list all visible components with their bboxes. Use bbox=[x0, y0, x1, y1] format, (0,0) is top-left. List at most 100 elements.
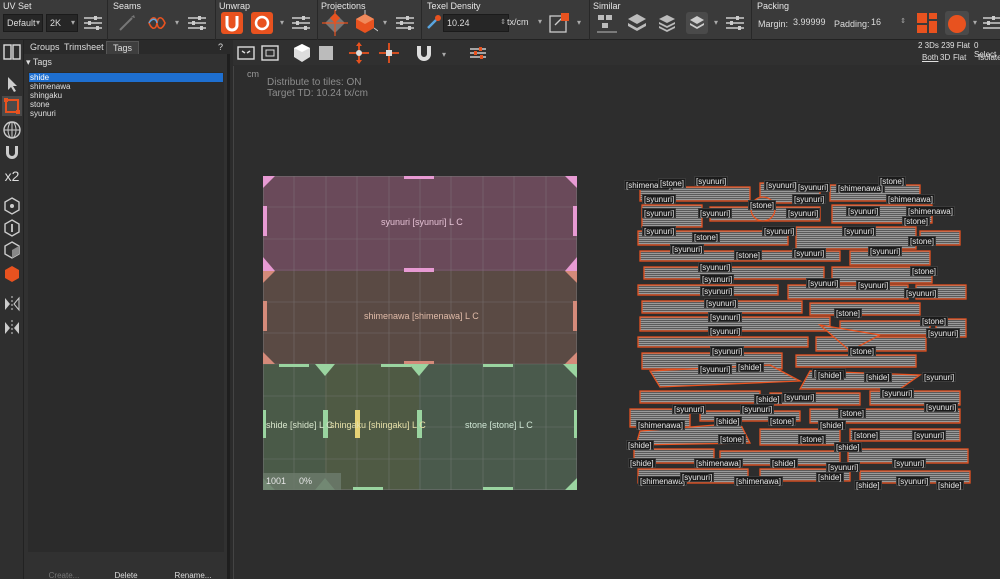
projections-dropdown-icon[interactable]: ▾ bbox=[380, 14, 390, 32]
vertex-mode-icon[interactable] bbox=[2, 196, 22, 216]
packing-settings-icon[interactable] bbox=[980, 10, 1000, 36]
island-label: [stone] bbox=[768, 416, 797, 426]
similar-stack-icon[interactable] bbox=[624, 10, 650, 36]
seam-pen-icon[interactable] bbox=[114, 10, 140, 36]
isolate-toggle[interactable]: Isolate bbox=[978, 53, 1000, 62]
projection-planar-icon[interactable] bbox=[322, 10, 348, 36]
unwrap-ring-icon[interactable] bbox=[249, 10, 275, 36]
island-label: [syunuri] bbox=[792, 248, 827, 258]
island-label: [syunuri] bbox=[922, 372, 957, 382]
uv-set-settings-icon[interactable] bbox=[80, 10, 106, 36]
island-label: [syunuri] bbox=[670, 244, 705, 254]
edge-mode-icon[interactable] bbox=[2, 218, 22, 238]
island-label: [stone] bbox=[852, 430, 881, 440]
eyedropper-icon[interactable] bbox=[424, 12, 444, 32]
tile-percent-label: 0% bbox=[299, 476, 313, 486]
unwrap-section: Unwrap ▾ bbox=[216, 0, 318, 40]
snap-magnet-icon[interactable] bbox=[413, 42, 435, 64]
island-label: [stone] bbox=[718, 434, 747, 444]
snap-dropdown-icon[interactable]: ▾ bbox=[439, 46, 449, 64]
frame-selected-icon[interactable] bbox=[259, 42, 281, 64]
projections-settings-icon[interactable] bbox=[392, 10, 418, 36]
unwrap-dropdown-icon[interactable]: ▾ bbox=[277, 14, 287, 32]
uv-set-select[interactable]: Default ▾ bbox=[3, 14, 43, 32]
seams-settings-icon[interactable] bbox=[184, 10, 210, 36]
delete-tag-button[interactable]: Delete bbox=[106, 570, 146, 579]
similar-stack-box-icon[interactable] bbox=[684, 10, 710, 36]
tab-tags[interactable]: Tags bbox=[106, 41, 140, 54]
island-label: [shide] bbox=[834, 442, 862, 452]
tab-groups[interactable]: Groups bbox=[30, 41, 60, 54]
island-label: [shimenawa] bbox=[886, 194, 935, 204]
projection-box-icon[interactable] bbox=[352, 10, 378, 36]
pack-circle-icon[interactable] bbox=[944, 10, 970, 36]
view-both-toggle[interactable]: Both bbox=[922, 53, 938, 62]
show-flat-icon[interactable] bbox=[315, 42, 337, 64]
frame-all-icon[interactable] bbox=[235, 42, 257, 64]
transform-tool-icon[interactable] bbox=[2, 96, 22, 116]
tags-header[interactable]: ▾ Tags bbox=[26, 57, 52, 68]
resolution-select[interactable]: 2K ▾ bbox=[46, 14, 78, 32]
resolution-value: 2K bbox=[50, 18, 62, 28]
tag-item-shide[interactable]: shide bbox=[29, 73, 223, 82]
texel-dropdown-icon[interactable]: ▾ bbox=[574, 14, 584, 32]
mirror-vertical-icon[interactable] bbox=[2, 318, 22, 338]
view-flat-toggle[interactable]: Flat bbox=[953, 53, 966, 62]
texel-density-input[interactable]: 10.24 ⇕ bbox=[443, 14, 509, 32]
viewport-ruler bbox=[233, 66, 234, 579]
trim-label-shingaku: shingaku [shingaku] L C bbox=[330, 420, 426, 430]
tags-list: shide shimenawa shingaku stone syunuri bbox=[28, 72, 224, 552]
similar-layers-icon[interactable] bbox=[654, 10, 680, 36]
tab-trimsheet[interactable]: Trimsheet bbox=[64, 41, 104, 54]
pack-icon[interactable] bbox=[914, 10, 940, 36]
pivot-center-icon[interactable] bbox=[347, 41, 371, 65]
similar-settings-icon[interactable] bbox=[722, 10, 748, 36]
element-mode-icon[interactable] bbox=[2, 264, 22, 284]
tag-item-shingaku[interactable]: shingaku bbox=[29, 91, 223, 100]
island-label: [shide] bbox=[736, 362, 764, 372]
create-tag-button[interactable]: Create... bbox=[44, 570, 84, 579]
texel-unit-select[interactable]: tx/cm ▾ bbox=[504, 14, 544, 32]
layout-toggle-icon[interactable] bbox=[2, 42, 22, 62]
island-label: [syunuri] bbox=[806, 278, 841, 288]
similar-grid-icon[interactable] bbox=[594, 10, 620, 36]
face-mode-icon[interactable] bbox=[2, 240, 22, 260]
sphere-grid-icon[interactable] bbox=[2, 120, 22, 140]
show-3d-icon[interactable] bbox=[291, 42, 313, 64]
viewport-toolbar: ▾ bbox=[233, 40, 1000, 65]
island-label: [syunuri] bbox=[896, 476, 931, 486]
tag-item-shimenawa[interactable]: shimenawa bbox=[29, 82, 223, 91]
pivot-align-icon[interactable] bbox=[377, 41, 401, 65]
island-label: [shide] bbox=[818, 420, 846, 430]
tag-item-stone[interactable]: stone bbox=[29, 100, 223, 109]
island-label: [syunuri] bbox=[868, 246, 903, 256]
uv-set-title: UV Set bbox=[3, 1, 32, 11]
help-button[interactable]: ? bbox=[218, 41, 223, 54]
similar-dropdown-icon[interactable]: ▾ bbox=[711, 14, 721, 32]
tag-item-syunuri[interactable]: syunuri bbox=[29, 109, 223, 118]
multiply-x2-icon[interactable]: x2 bbox=[2, 166, 22, 186]
main-toolbar: UV Set Default ▾ 2K ▾ Seams ▾ Unwrap ▾ Pro… bbox=[0, 0, 1000, 40]
rename-tag-button[interactable]: Rename... bbox=[168, 570, 218, 579]
viewport-settings-icon[interactable] bbox=[467, 42, 489, 64]
packing-dropdown-icon[interactable]: ▾ bbox=[970, 14, 980, 32]
seam-loop-icon[interactable] bbox=[144, 10, 170, 36]
island-label: [syunuri] bbox=[694, 176, 729, 186]
spinner-icon[interactable]: ⇕ bbox=[900, 14, 906, 30]
unwrap-magnet-icon[interactable] bbox=[219, 10, 245, 36]
padding-input[interactable]: 16 ⇕ bbox=[868, 14, 906, 32]
island-label: [syunuri] bbox=[926, 328, 961, 338]
unwrap-settings-icon[interactable] bbox=[288, 10, 314, 36]
seams-section: Seams ▾ bbox=[110, 0, 216, 40]
magnet-island-icon[interactable] bbox=[2, 142, 22, 162]
select-arrow-icon[interactable] bbox=[2, 74, 22, 94]
texel-apply-icon[interactable] bbox=[546, 10, 572, 36]
mirror-horizontal-icon[interactable] bbox=[2, 294, 22, 314]
island-label: [shide] bbox=[936, 480, 964, 490]
view-3d-toggle[interactable]: 3D bbox=[940, 53, 950, 62]
margin-input[interactable]: 3.99999 bbox=[790, 14, 834, 32]
island-label: [shide] bbox=[816, 472, 844, 482]
margin-label: Margin: bbox=[758, 19, 789, 29]
uv-islands-area[interactable]: [shimenawa] [stone] [syunuri] [syunuri] … bbox=[620, 175, 980, 495]
seams-dropdown-icon[interactable]: ▾ bbox=[172, 14, 182, 32]
